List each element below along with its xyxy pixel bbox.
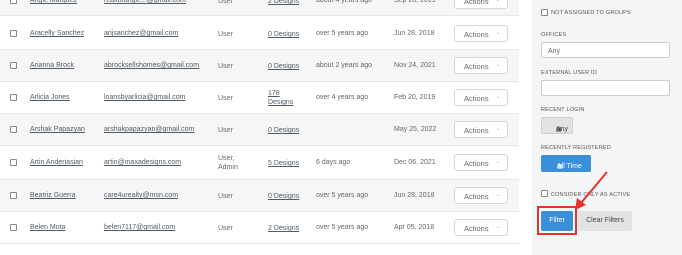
user-role: User — [218, 193, 233, 200]
actions-dropdown[interactable]: Actions ⌄ — [454, 57, 508, 74]
actions-label: Actions — [464, 0, 489, 6]
user-last-seen: 6 days ago — [316, 159, 351, 166]
user-last-seen: about 4 years ago — [316, 0, 373, 4]
row-checkbox[interactable] — [10, 224, 17, 231]
table-row: Arianna Brock abrocksellshomes@gmail.com U… — [0, 50, 519, 82]
table-row: Arshak Papazyan arshakpapazyan@gmail.com U… — [0, 114, 519, 146]
actions-label: Actions — [464, 159, 489, 168]
user-email-link[interactable]: abrocksellshomes@gmail.com — [104, 62, 199, 69]
user-created-date: Nov 24, 2021 — [394, 62, 436, 69]
actions-dropdown[interactable]: Actions ⌄ — [454, 89, 508, 106]
user-last-seen: over 5 years ago — [316, 192, 369, 199]
user-last-seen: about 2 years ago — [316, 62, 373, 69]
chevron-down-icon: ⌄ — [495, 159, 500, 165]
actions-dropdown[interactable]: Actions ⌄ — [454, 187, 508, 204]
user-created-date: May 25, 2022 — [394, 126, 437, 133]
user-designs-link[interactable]: 0 Designs — [268, 30, 299, 39]
arrow-annotation — [575, 171, 608, 210]
user-role: User, Admin — [218, 155, 238, 171]
filter-panel: NOT ASSIGNED TO GROUPS OFFICES Any ⌄ EXT… — [532, 0, 682, 255]
user-name-link[interactable]: Beatriz Guerra — [30, 192, 76, 199]
user-role: User — [218, 63, 233, 70]
chevron-down-icon: ⌄ — [495, 192, 500, 198]
user-name-link[interactable]: Arianna Brock — [30, 62, 74, 69]
chevron-down-icon: ⌄ — [495, 62, 500, 68]
table-row: Belen Mota belen7117@gmail.com User 2 Desig… — [0, 212, 519, 244]
chevron-down-icon: ⌄ — [495, 30, 500, 36]
user-name-link[interactable]: Belen Mota — [30, 224, 65, 231]
user-designs-link[interactable]: 5 Designs — [268, 159, 299, 168]
actions-dropdown[interactable]: Actions ⌄ — [454, 154, 508, 171]
table-row: Aracelly Sanchez arijsanchez@gmail.com Use… — [0, 17, 519, 50]
user-last-seen: over 4 years ago — [316, 94, 369, 101]
row-checkbox[interactable] — [10, 0, 17, 4]
actions-dropdown[interactable]: Actions ⌄ — [454, 219, 508, 236]
user-designs-link[interactable]: 0 Designs — [268, 192, 299, 201]
chevron-down-icon: ⌄ — [495, 0, 500, 3]
row-checkbox[interactable] — [10, 62, 17, 69]
user-created-date: Dec 06, 2021 — [394, 159, 436, 166]
user-name-link[interactable]: Arshak Papazyan — [30, 126, 85, 133]
user-name-link[interactable]: Arlicia Jones — [30, 94, 70, 101]
user-email-link[interactable]: care4urealty@msn.com — [104, 192, 178, 199]
user-designs-link[interactable]: 2 Designs — [268, 224, 299, 233]
user-created-date: Feb 20, 2019 — [394, 94, 436, 101]
chevron-down-icon: ⌄ — [495, 224, 500, 230]
users-table: Angie Marquez realtorangie...@gmail.com Us… — [0, 0, 519, 255]
actions-dropdown[interactable]: Actions ⌄ — [454, 0, 508, 9]
user-email-link[interactable]: belen7117@gmail.com — [104, 224, 175, 231]
chevron-down-icon: ⌄ — [495, 94, 500, 100]
user-created-date: Jun 28, 2018 — [394, 192, 435, 199]
user-last-seen: over 5 years ago — [316, 30, 369, 37]
user-role: User — [218, 31, 233, 38]
row-checkbox[interactable] — [10, 94, 17, 101]
user-role: User — [218, 225, 233, 232]
actions-label: Actions — [464, 192, 489, 201]
user-designs-link[interactable]: 0 Designs — [268, 62, 299, 71]
table-row: Arlicia Jones loansbyarlicia@gmail.com Use… — [0, 82, 519, 114]
user-role: User — [218, 127, 233, 134]
user-role: User — [218, 95, 233, 102]
user-name-link[interactable]: Artin Anderiasian — [30, 159, 83, 166]
user-designs-link[interactable]: 2 Designs — [268, 0, 299, 6]
table-row: Beatriz Guerra care4urealty@msn.com User 0 … — [0, 180, 519, 212]
row-checkbox[interactable] — [10, 159, 17, 166]
user-designs-link[interactable]: 0 Designs — [268, 126, 299, 135]
user-created-date: Apr 05, 2018 — [394, 224, 435, 231]
actions-dropdown[interactable]: Actions ⌄ — [454, 121, 508, 138]
actions-label: Actions — [464, 94, 489, 103]
user-email-link[interactable]: artin@maxadesigns.com — [104, 159, 181, 166]
actions-label: Actions — [464, 62, 489, 71]
user-email-link[interactable]: arshakpapazyan@gmail.com — [104, 126, 194, 133]
row-checkbox[interactable] — [10, 126, 17, 133]
user-name-link[interactable]: Angie Marquez — [30, 0, 77, 4]
user-created-date: Jun 28, 2018 — [394, 30, 435, 37]
actions-label: Actions — [464, 30, 489, 39]
table-row: Angie Marquez realtorangie...@gmail.com Us… — [0, 0, 519, 16]
actions-label: Actions — [464, 224, 489, 233]
user-name-link[interactable]: Aracelly Sanchez — [30, 30, 84, 37]
chevron-down-icon: ⌄ — [495, 126, 500, 132]
user-last-seen: over 5 years ago — [316, 224, 369, 231]
user-email-link[interactable]: realtorangie...@gmail.com — [104, 0, 186, 4]
actions-label: Actions — [464, 126, 489, 135]
user-designs-link[interactable]: 178 Designs — [268, 89, 296, 107]
table-row: Artin Anderiasian artin@maxadesigns.com Us… — [0, 146, 519, 180]
row-checkbox[interactable] — [10, 192, 17, 199]
user-email-link[interactable]: loansbyarlicia@gmail.com — [104, 94, 185, 101]
user-created-date: Sep 20, 2019 — [394, 0, 436, 4]
user-role: User — [218, 0, 233, 5]
row-checkbox[interactable] — [10, 30, 17, 37]
actions-dropdown[interactable]: Actions ⌄ — [454, 25, 508, 42]
user-email-link[interactable]: arijsanchez@gmail.com — [104, 30, 178, 37]
